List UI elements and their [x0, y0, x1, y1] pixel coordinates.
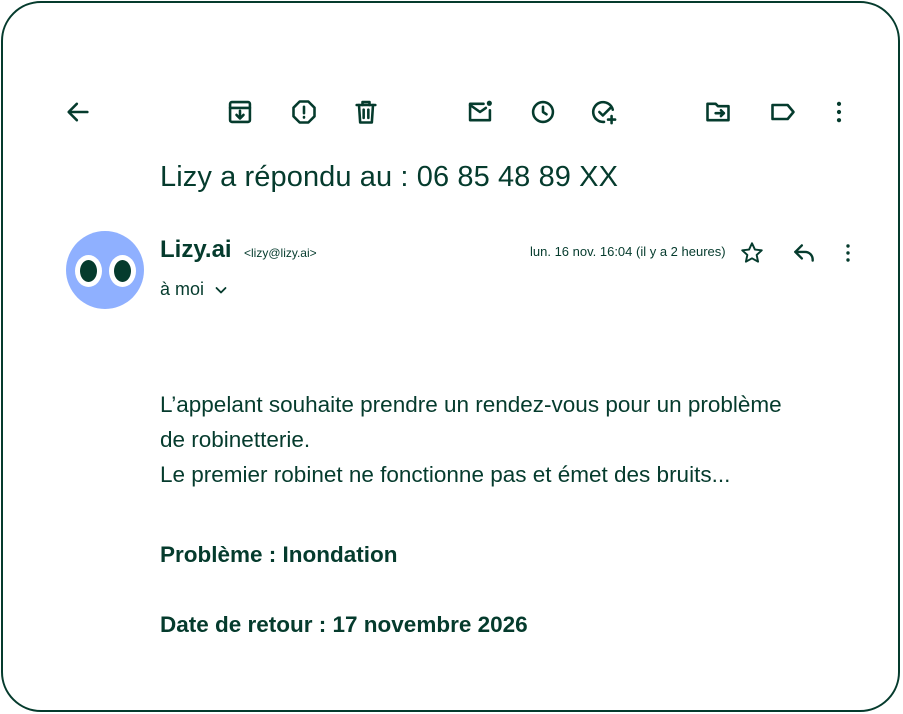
reply-button[interactable]: [786, 235, 822, 271]
label-button[interactable]: [765, 94, 801, 130]
move-to-button[interactable]: [700, 94, 736, 130]
field-label: Date de retour :: [160, 612, 333, 637]
label-icon: [771, 103, 795, 121]
mark-unread-icon: [468, 100, 492, 122]
email-timestamp: lun. 16 nov. 16:04 (il y a 2 heures): [530, 244, 726, 259]
archive-icon: [228, 100, 252, 124]
report-spam-button[interactable]: [286, 94, 322, 130]
back-button[interactable]: [60, 94, 96, 130]
delete-button[interactable]: [348, 94, 384, 130]
report-spam-icon: [292, 100, 316, 124]
avatar-right-eye: [109, 255, 136, 287]
problem-field: Problème : Inondation: [160, 542, 398, 568]
add-to-tasks-button[interactable]: [586, 94, 622, 130]
sender-name[interactable]: Lizy.ai: [160, 236, 232, 264]
chevron-down-icon: [215, 286, 227, 293]
reply-icon: [794, 244, 814, 262]
sender-avatar[interactable]: [66, 231, 144, 309]
snooze-button[interactable]: [525, 94, 561, 130]
email-subject: Lizy a répondu au : 06 85 48 89 XX: [160, 161, 619, 193]
avatar-left-eye: [75, 255, 102, 287]
message-more-button[interactable]: [830, 235, 866, 271]
body-line: Le premier robinet ne fonctionne pas et …: [160, 462, 731, 487]
more-vert-icon: [846, 244, 850, 262]
field-value: 17 novembre 2026: [332, 612, 528, 637]
snooze-icon: [531, 100, 555, 124]
archive-button[interactable]: [222, 94, 258, 130]
email-body: L’appelant souhaite prendre un rendez-vo…: [160, 387, 860, 492]
body-line: L’appelant souhaite prendre un rendez-vo…: [160, 392, 782, 417]
star-icon: [741, 242, 763, 263]
return-date-field: Date de retour : 17 novembre 2026: [160, 612, 528, 638]
more-options-button[interactable]: [821, 94, 857, 130]
mark-unread-button[interactable]: [462, 94, 498, 130]
field-value: Inondation: [282, 542, 398, 567]
add-to-tasks-icon: [591, 100, 617, 125]
email-card: Lizy a répondu au : 06 85 48 89 XX Lizy.…: [1, 1, 900, 712]
body-line: de robinetterie.: [160, 427, 311, 452]
star-button[interactable]: [734, 235, 770, 271]
delete-icon: [355, 100, 377, 124]
move-to-icon: [706, 102, 730, 122]
arrow-back-icon: [67, 102, 89, 122]
recipient-details-toggle[interactable]: à moi: [160, 279, 228, 300]
sender-email: <lizy@lizy.ai>: [244, 246, 317, 260]
recipient-label: à moi: [160, 279, 205, 299]
field-label: Problème :: [160, 542, 283, 567]
more-vert-icon: [836, 101, 842, 123]
